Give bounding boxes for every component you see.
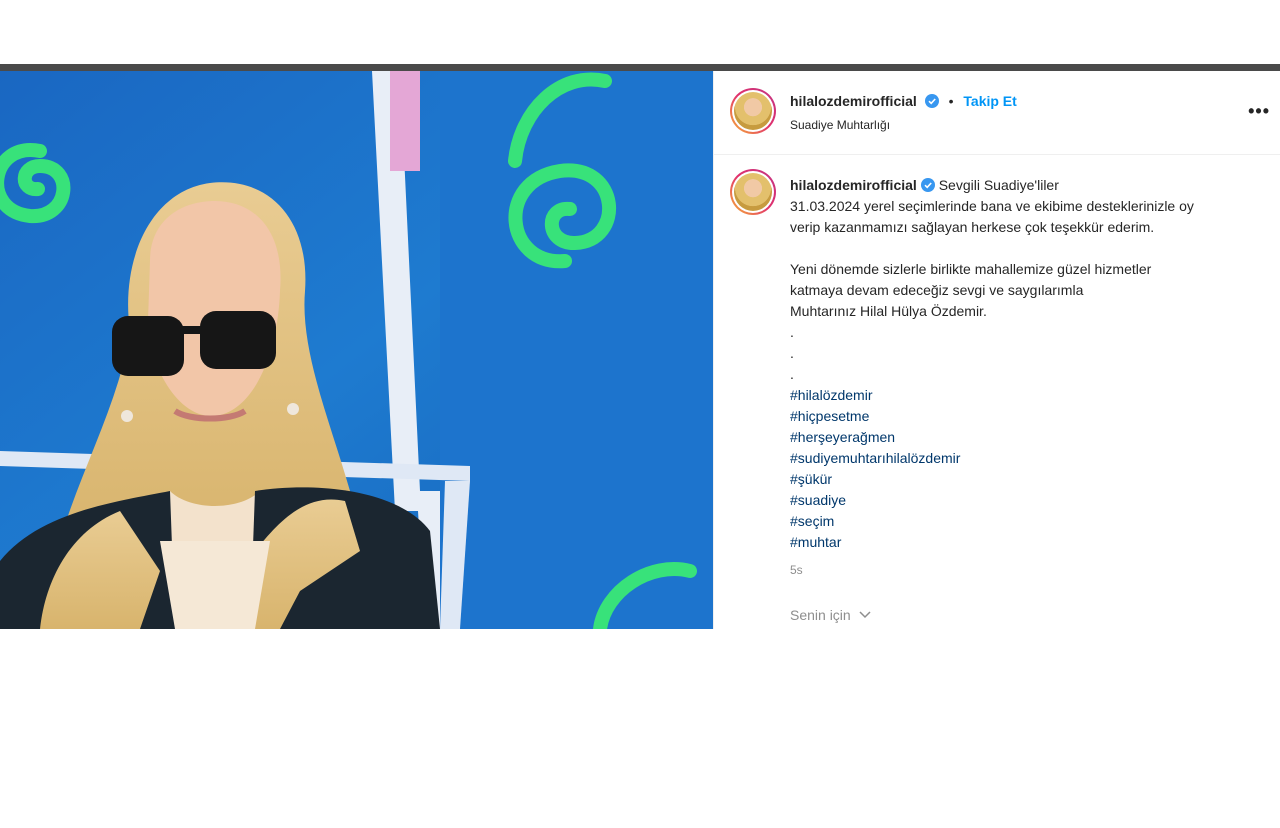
caption-line: 31.03.2024 yerel seçimlerinde bana ve ek…	[790, 198, 1194, 214]
top-bar	[0, 64, 1280, 71]
avatar[interactable]	[730, 88, 776, 134]
caption-line: .	[790, 324, 794, 340]
post-photo-image	[0, 71, 713, 629]
hashtag-link[interactable]: #muhtar	[790, 532, 1280, 553]
for-you-label: Senin için	[790, 607, 851, 623]
chevron-down-icon	[859, 611, 871, 619]
caption-blank-line	[790, 238, 1280, 259]
hashtag-link[interactable]: #sudiyemuhtarıhilalözdemir	[790, 448, 1280, 469]
caption-line: katmaya devam edeceğiz sevgi ve saygılar…	[790, 282, 1084, 298]
hashtag-link[interactable]: #hiçpesetme	[790, 406, 1280, 427]
hashtag-link[interactable]: #hilalözdemir	[790, 385, 1280, 406]
username-link[interactable]: hilalozdemirofficial	[790, 93, 917, 109]
follow-button[interactable]: Takip Et	[963, 93, 1016, 109]
verified-badge-icon	[924, 94, 939, 108]
location-link[interactable]: Suadiye Muhtarlığı	[790, 118, 890, 132]
post-time[interactable]: 5s	[790, 563, 803, 577]
hashtag-link[interactable]: #seçim	[790, 511, 1280, 532]
post-header: hilalozdemirofficial • Takip Et Suadiye …	[714, 71, 1280, 155]
caption-text: hilalozdemirofficial Sevgili Suadiye'lil…	[790, 175, 1280, 553]
caption-line: Yeni dönemde sizlerle birlikte mahallemi…	[790, 261, 1152, 277]
caption-avatar[interactable]	[730, 169, 776, 215]
caption-username[interactable]: hilalozdemirofficial	[790, 177, 917, 193]
caption-first-line: hilalozdemirofficial Sevgili Suadiye'lil…	[790, 175, 1280, 196]
hashtag-link[interactable]: #şükür	[790, 469, 1280, 490]
header-line: hilalozdemirofficial • Takip Et	[790, 93, 1017, 109]
post-sidebar: hilalozdemirofficial • Takip Et Suadiye …	[713, 71, 1280, 629]
caption-line: .	[790, 345, 794, 361]
separator-dot: •	[948, 93, 954, 109]
instagram-post: hilalozdemirofficial • Takip Et Suadiye …	[0, 71, 1280, 629]
verified-badge-icon	[920, 178, 935, 192]
caption-line: .	[790, 366, 794, 382]
hashtag-link[interactable]: #herşeyerağmen	[790, 427, 1280, 448]
caption-line: verip kazanmamızı sağlayan herkese çok t…	[790, 219, 1155, 235]
caption-line: Muhtarınız Hilal Hülya Özdemir.	[790, 303, 987, 319]
post-photo[interactable]	[0, 71, 713, 629]
for-you-dropdown[interactable]: Senin için	[790, 607, 871, 623]
caption-line: Sevgili Suadiye'liler	[938, 177, 1059, 193]
hashtag-link[interactable]: #suadiye	[790, 490, 1280, 511]
more-options-icon[interactable]: •••	[1248, 101, 1270, 122]
